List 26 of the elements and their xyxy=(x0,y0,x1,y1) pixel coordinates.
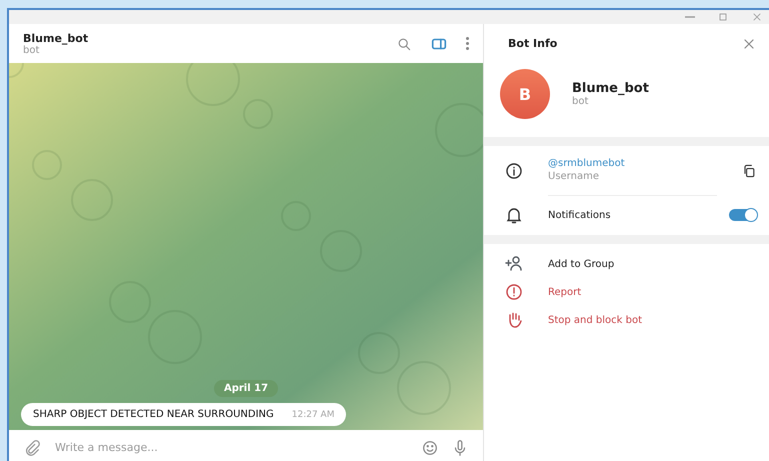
search-icon xyxy=(396,36,412,52)
attach-icon xyxy=(23,438,41,456)
username-link[interactable]: @srmblumebot xyxy=(548,158,717,169)
maximize-icon xyxy=(717,11,729,23)
notifications-toggle[interactable] xyxy=(729,209,757,221)
more-icon[interactable] xyxy=(466,37,469,50)
chat-status: bot xyxy=(23,44,40,56)
date-badge: April 17 xyxy=(214,380,278,397)
message-time: 12:27 AM xyxy=(292,410,334,420)
warning-icon xyxy=(504,282,524,302)
chat-title: Blume_bot xyxy=(23,32,90,44)
message-input[interactable]: Write a message... xyxy=(53,440,409,455)
emoji-icon xyxy=(421,438,439,456)
message-text: SHARP OBJECT DETECTED NEAR SURROUNDING xyxy=(33,409,274,420)
profile-status: bot xyxy=(572,96,588,107)
avatar: B xyxy=(500,69,550,119)
close-icon xyxy=(751,11,763,23)
profile-name: Blume_bot xyxy=(572,81,650,96)
minimize-icon[interactable] xyxy=(685,16,695,18)
notifications-label: Notifications xyxy=(548,210,612,220)
menu-item[interactable]: Report xyxy=(484,278,769,306)
username-label: Username xyxy=(548,171,600,182)
menu-item[interactable]: Stop and block bot xyxy=(484,306,769,334)
panel-title: Bot Info xyxy=(508,37,558,50)
info-icon xyxy=(504,160,524,180)
menu-item[interactable]: Add to Group xyxy=(484,250,769,278)
